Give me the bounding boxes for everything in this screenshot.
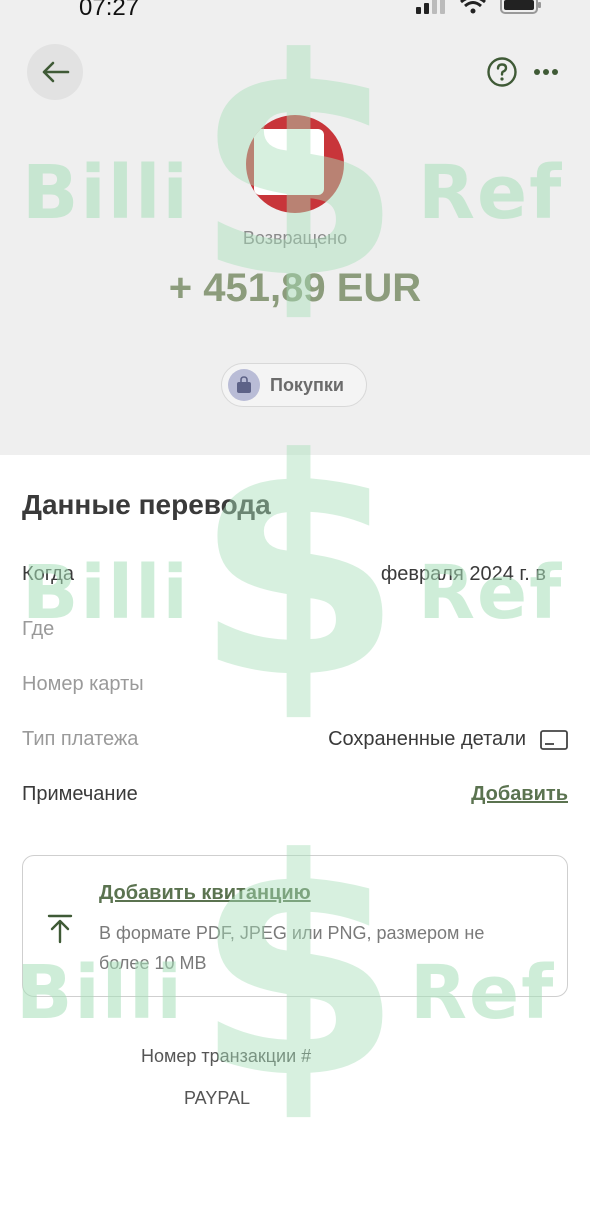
status-icons bbox=[416, 0, 542, 14]
watermark-dollar: $ bbox=[194, 795, 403, 1144]
card-icon bbox=[540, 729, 568, 750]
question-circle-icon bbox=[487, 57, 517, 87]
add-note-link[interactable]: Добавить bbox=[471, 783, 568, 806]
watermark-text: Billi bbox=[22, 550, 190, 636]
back-button[interactable] bbox=[27, 44, 83, 100]
watermark-dollar: $ bbox=[194, 395, 403, 744]
watermark-dollar: $ bbox=[194, 0, 403, 344]
battery-icon bbox=[500, 0, 541, 14]
category-label: Покупки bbox=[270, 374, 344, 395]
more-dots-icon bbox=[534, 69, 558, 75]
help-button[interactable] bbox=[486, 56, 518, 88]
status-time: 07:27 bbox=[79, 0, 140, 21]
signal-icon bbox=[416, 0, 445, 14]
detail-label: Тип платежа bbox=[22, 728, 139, 750]
arrow-left-icon bbox=[42, 61, 70, 83]
watermark-text: Billi bbox=[16, 950, 184, 1036]
watermark-text: Ref bbox=[418, 150, 564, 236]
detail-label: Примечание bbox=[22, 783, 138, 805]
watermark-text: Ref bbox=[418, 550, 564, 636]
watermark-text: Ref bbox=[410, 950, 556, 1036]
detail-label: Номер карты bbox=[22, 673, 144, 695]
watermark-text: Billi bbox=[22, 150, 190, 236]
wifi-icon bbox=[460, 0, 486, 14]
upload-icon bbox=[47, 914, 73, 944]
more-button[interactable] bbox=[531, 62, 561, 82]
